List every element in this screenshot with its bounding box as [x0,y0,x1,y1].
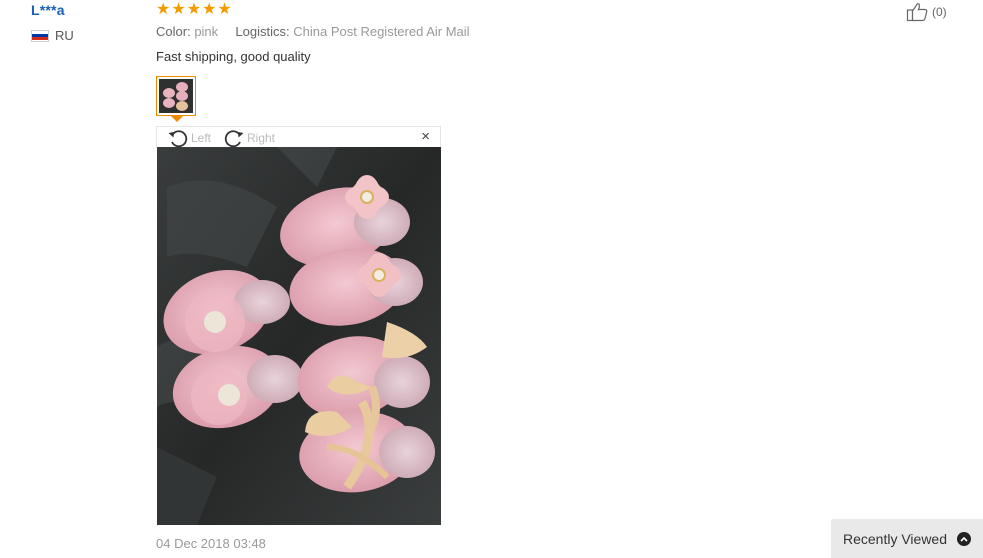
rotate-left-button[interactable]: Left [167,128,211,148]
rotate-left-icon [168,130,188,148]
reviewer-country: RU [31,28,74,43]
helpful-count: (0) [932,5,947,19]
color-label: Color: [156,24,191,39]
order-meta: Color: pink Logistics: China Post Regist… [156,24,470,39]
logistics-label: Logistics: [235,24,290,39]
star-icon: ★ [186,1,202,18]
review-photo [157,147,441,525]
recently-viewed-button[interactable]: Recently Viewed [831,519,983,558]
star-icon: ★ [202,1,217,18]
review-text: Fast shipping, good quality [156,49,311,64]
rating-stars: ★ ★ ★ ★ ★ [156,1,232,18]
star-icon: ★ [171,1,186,18]
rotate-right-label: Right [247,131,276,145]
recently-viewed-label: Recently Viewed [842,530,948,547]
review-photo-thumbnail[interactable] [156,76,196,116]
helpful-button[interactable]: (0) [906,2,947,22]
rotate-right-icon [224,130,244,148]
baby-shoes-photo [157,147,441,525]
star-icon: ★ [156,1,171,18]
logistics-value: China Post Registered Air Mail [293,24,470,39]
thumbs-up-icon [906,3,928,22]
color-value: pink [194,24,219,39]
star-icon: ★ [217,1,232,18]
thumbnail-image [159,79,193,113]
rotate-right-button[interactable]: Right [223,128,275,148]
chevron-up-icon [957,531,972,546]
country-code: RU [55,28,74,43]
review-date: 04 Dec 2018 03:48 [156,536,266,551]
thumbnail-pointer [171,116,183,122]
russia-flag-icon [31,29,49,42]
rotate-left-label: Left [191,131,212,145]
reviewer-name: L***a [31,2,65,18]
photo-viewer-toolbar: Left Right × [156,126,441,148]
close-icon[interactable]: × [421,129,430,145]
